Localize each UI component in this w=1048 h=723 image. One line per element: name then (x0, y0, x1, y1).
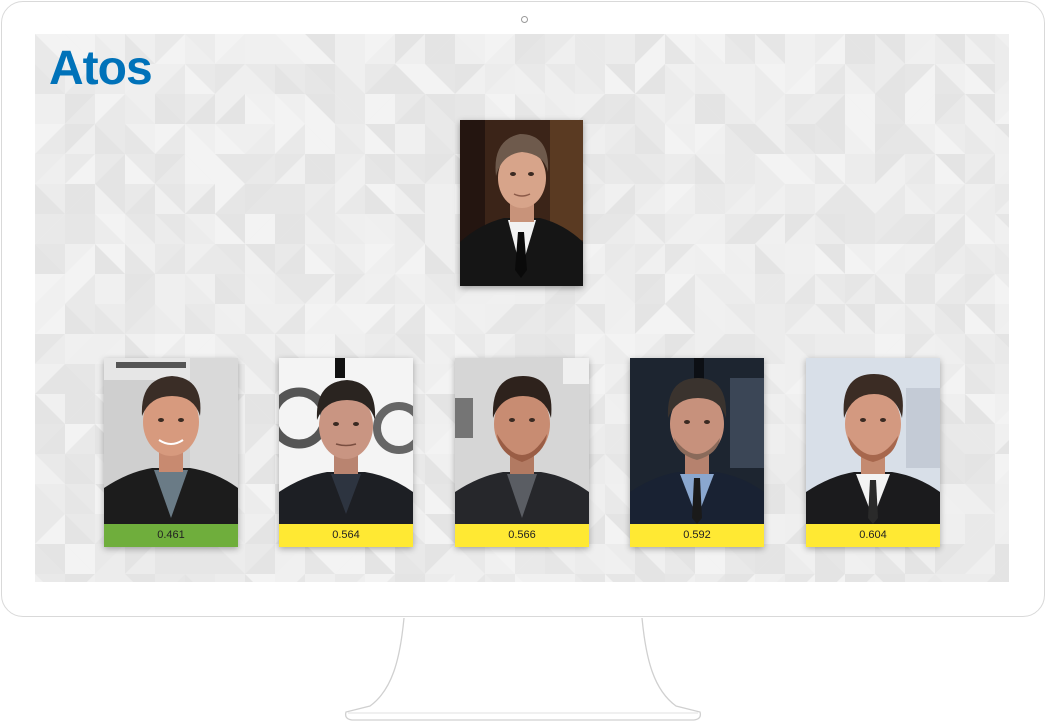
probe-photo[interactable] (460, 120, 583, 286)
match-score: 0.604 (806, 524, 940, 547)
match-photo (104, 358, 238, 524)
webcam-dot (521, 16, 528, 23)
match-score: 0.461 (104, 524, 238, 547)
match-photo (279, 358, 413, 524)
match-photo (455, 358, 589, 524)
atos-logo: Atos (49, 42, 153, 90)
match-card[interactable]: 0.564 (279, 358, 413, 547)
svg-text:Atos: Atos (49, 42, 152, 90)
match-photo (630, 358, 764, 524)
match-card[interactable]: 0.566 (455, 358, 589, 547)
match-score: 0.566 (455, 524, 589, 547)
match-card[interactable]: 0.461 (104, 358, 238, 547)
screen: Atos 0.461 0.564 0.566 0.592 0.604 (35, 34, 1009, 582)
portrait-photo-icon (279, 358, 413, 524)
match-card[interactable]: 0.604 (806, 358, 940, 547)
match-score: 0.592 (630, 524, 764, 547)
match-photo (806, 358, 940, 524)
portrait-photo-icon (806, 358, 940, 524)
portrait-photo-icon (460, 120, 583, 286)
portrait-photo-icon (455, 358, 589, 524)
match-card[interactable]: 0.592 (630, 358, 764, 547)
portrait-photo-icon (630, 358, 764, 524)
match-score: 0.564 (279, 524, 413, 547)
portrait-photo-icon (104, 358, 238, 524)
